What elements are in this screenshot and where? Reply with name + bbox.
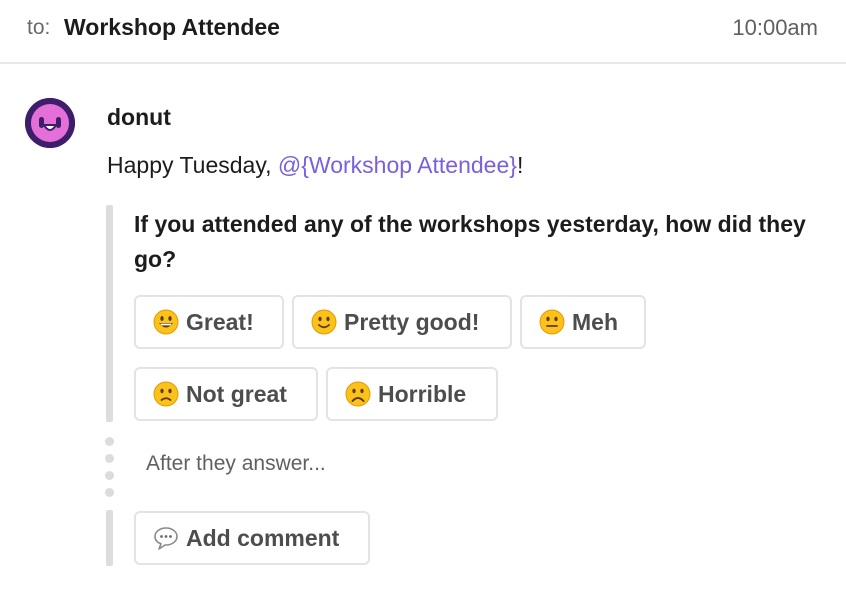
connector-dot bbox=[105, 437, 114, 446]
add-comment-label: Add comment bbox=[186, 524, 340, 551]
greeting-prefix: Happy Tuesday, bbox=[107, 152, 278, 178]
option-great-button[interactable]: Great! bbox=[134, 295, 284, 349]
option-meh-button[interactable]: Meh bbox=[520, 295, 646, 349]
greeting-suffix: ! bbox=[516, 152, 524, 178]
after-answer-text: After they answer... bbox=[146, 452, 326, 475]
dotted-connector bbox=[105, 437, 114, 505]
slightly-frowning-face-icon bbox=[153, 381, 179, 407]
option-pretty-good-button[interactable]: Pretty good! bbox=[292, 295, 512, 349]
connector-dot bbox=[105, 471, 114, 480]
neutral-face-icon bbox=[539, 309, 565, 335]
connector-dot bbox=[105, 454, 114, 463]
greeting-text: Happy Tuesday, @{Workshop Attendee}! bbox=[107, 152, 523, 179]
speech-balloon-icon bbox=[154, 527, 178, 550]
to-label: to: bbox=[27, 16, 51, 39]
message-header: to: Workshop Attendee 10:00am bbox=[0, 0, 846, 64]
frowning-face-icon bbox=[345, 381, 371, 407]
option-label: Meh bbox=[572, 308, 618, 335]
option-label: Pretty good! bbox=[344, 308, 480, 335]
quote-bar bbox=[106, 510, 113, 566]
grinning-face-icon bbox=[153, 309, 179, 335]
add-comment-button[interactable]: Add comment bbox=[134, 511, 370, 565]
option-horrible-button[interactable]: Horrible bbox=[326, 367, 498, 421]
option-not-great-button[interactable]: Not great bbox=[134, 367, 318, 421]
donut-avatar[interactable] bbox=[25, 98, 75, 148]
quote-bar bbox=[106, 205, 113, 422]
recipient-mention[interactable]: @{Workshop Attendee} bbox=[278, 152, 517, 178]
connector-dot bbox=[105, 488, 114, 497]
option-label: Horrible bbox=[378, 380, 467, 407]
sender-name[interactable]: donut bbox=[107, 104, 171, 131]
donut-face-icon bbox=[25, 98, 75, 148]
question-text: If you attended any of the workshops yes… bbox=[134, 211, 806, 272]
message-time: 10:00am bbox=[732, 15, 818, 40]
option-label: Great! bbox=[186, 308, 254, 335]
recipient-name: Workshop Attendee bbox=[64, 14, 280, 40]
slightly-smiling-face-icon bbox=[311, 309, 337, 335]
option-label: Not great bbox=[186, 380, 287, 407]
